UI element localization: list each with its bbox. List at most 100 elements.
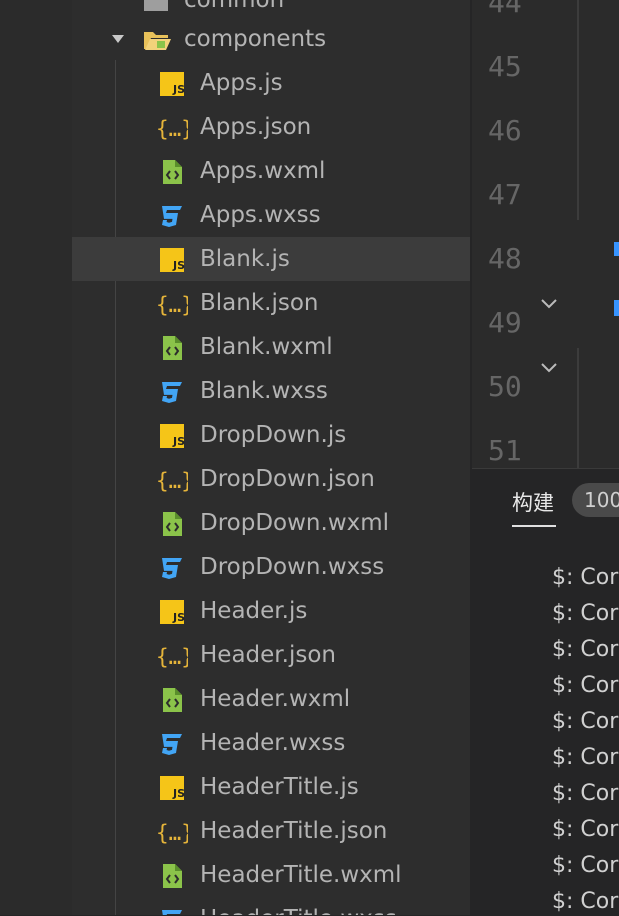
log-line: $: Cor xyxy=(552,709,619,734)
bracket-mark xyxy=(614,242,619,256)
line-number: 46 xyxy=(488,114,522,147)
file-row[interactable]: Apps.wxml xyxy=(72,149,470,193)
file-label: Blank.wxss xyxy=(200,378,328,404)
file-label: DropDown.js xyxy=(200,422,347,448)
file-label: Blank.wxml xyxy=(200,334,333,360)
file-row[interactable]: {…} Blank.json xyxy=(72,281,470,325)
file-row[interactable]: Apps.wxss xyxy=(72,193,470,237)
file-label: HeaderTitle.json xyxy=(200,818,388,844)
js-file-icon: JS xyxy=(159,423,187,449)
log-line: $: Cor xyxy=(552,565,619,590)
file-row[interactable]: HeaderTitle.wxss xyxy=(72,897,470,915)
line-number: 45 xyxy=(488,50,522,83)
json-file-icon: {…} xyxy=(156,467,194,493)
chevron-down-icon[interactable] xyxy=(110,31,126,45)
file-explorer: common components JS Apps.js {…} Apps.json A… xyxy=(72,0,470,915)
file-label: Apps.json xyxy=(200,114,312,140)
log-line: $: Cor xyxy=(552,781,619,806)
file-row[interactable]: HeaderTitle.wxml xyxy=(72,853,470,897)
wxml-file-icon xyxy=(159,159,187,185)
file-row[interactable]: Header.wxss xyxy=(72,721,470,765)
file-label: Header.wxml xyxy=(200,686,351,712)
file-row[interactable]: JS Apps.js xyxy=(72,61,470,105)
log-line: $: Cor xyxy=(552,637,619,662)
svg-text:JS: JS xyxy=(172,787,185,800)
file-row[interactable]: DropDown.wxml xyxy=(72,501,470,545)
file-label: Header.json xyxy=(200,642,336,668)
wxss-file-icon xyxy=(159,555,187,581)
js-file-icon: JS xyxy=(159,775,187,801)
file-label: Header.js xyxy=(200,598,308,624)
file-row[interactable]: Blank.wxml xyxy=(72,325,470,369)
json-file-icon: {…} xyxy=(156,115,194,141)
file-row[interactable]: Header.wxml xyxy=(72,677,470,721)
file-label: DropDown.wxml xyxy=(200,510,390,536)
file-label: HeaderTitle.wxml xyxy=(200,862,402,888)
svg-text:{…}: {…} xyxy=(156,293,188,317)
json-file-icon: {…} xyxy=(156,819,194,845)
log-line: $: Cor xyxy=(552,673,619,698)
file-row[interactable]: JS DropDown.js xyxy=(72,413,470,457)
file-label: Blank.js xyxy=(200,246,290,272)
js-file-icon: JS xyxy=(159,599,187,625)
svg-text:JS: JS xyxy=(172,611,185,624)
line-number: 47 xyxy=(488,178,522,211)
svg-text:JS: JS xyxy=(172,83,185,96)
tab-build[interactable]: 构建 xyxy=(512,487,554,517)
file-row[interactable]: {…} Apps.json xyxy=(72,105,470,149)
svg-text:{…}: {…} xyxy=(156,469,188,493)
wxml-file-icon xyxy=(159,511,187,537)
svg-text:JS: JS xyxy=(172,435,185,448)
count-badge: 100 xyxy=(572,483,619,517)
js-file-icon: JS xyxy=(159,247,187,273)
file-label: DropDown.wxss xyxy=(200,554,385,580)
file-row[interactable]: JS Header.js xyxy=(72,589,470,633)
folder-row-components[interactable]: components xyxy=(72,17,470,61)
file-label: Apps.js xyxy=(200,70,283,96)
svg-text:{…}: {…} xyxy=(156,821,188,845)
fold-chevron-icon[interactable] xyxy=(540,296,558,310)
log-line: $: Cor xyxy=(552,601,619,626)
file-row[interactable]: {…} DropDown.json xyxy=(72,457,470,501)
output-panel: 构建 100 $: Cor $: Cor $: Cor $: Cor $: Cor $: … xyxy=(472,468,619,916)
file-label: Header.wxss xyxy=(200,730,346,756)
svg-text:{…}: {…} xyxy=(156,117,188,141)
code-editor[interactable]: 44 45 46 47 48 49 50 51 xyxy=(472,0,619,468)
wxml-file-icon xyxy=(159,687,187,713)
file-label: HeaderTitle.js xyxy=(200,774,359,800)
file-row[interactable]: DropDown.wxss xyxy=(72,545,470,589)
file-row[interactable]: Blank.wxss xyxy=(72,369,470,413)
active-tab-indicator xyxy=(512,525,556,527)
file-label: DropDown.json xyxy=(200,466,375,492)
log-line: $: Cor xyxy=(552,853,619,878)
wxml-file-icon xyxy=(159,863,187,889)
indent-guide xyxy=(577,0,579,220)
file-row[interactable]: JS Blank.js xyxy=(72,237,470,281)
line-number: 44 xyxy=(488,0,522,19)
line-number: 49 xyxy=(488,306,522,339)
open-folder-icon xyxy=(142,27,171,53)
log-line: $: Cor xyxy=(552,745,619,770)
line-number: 51 xyxy=(488,434,522,467)
wxss-file-icon xyxy=(159,731,187,757)
file-row[interactable]: {…} HeaderTitle.json xyxy=(72,809,470,853)
wxss-file-icon xyxy=(159,379,187,405)
js-file-icon: JS xyxy=(159,71,187,97)
file-row[interactable]: JS HeaderTitle.js xyxy=(72,765,470,809)
file-label: HeaderTitle.wxss xyxy=(200,906,397,915)
file-row[interactable]: {…} Header.json xyxy=(72,633,470,677)
wxss-file-icon xyxy=(159,203,187,229)
json-file-icon: {…} xyxy=(156,291,194,317)
svg-text:JS: JS xyxy=(172,259,185,272)
log-line: $: Cor xyxy=(552,889,619,914)
fold-chevron-icon[interactable] xyxy=(540,360,558,374)
json-file-icon: {…} xyxy=(156,643,194,669)
folder-label: components xyxy=(184,26,327,52)
file-label: Apps.wxss xyxy=(200,202,321,228)
log-line: $: Cor xyxy=(552,817,619,842)
line-number: 48 xyxy=(488,242,522,275)
folder-label: common xyxy=(184,0,285,13)
svg-text:{…}: {…} xyxy=(156,645,188,669)
line-number: 50 xyxy=(488,370,522,403)
file-label: Blank.json xyxy=(200,290,319,316)
